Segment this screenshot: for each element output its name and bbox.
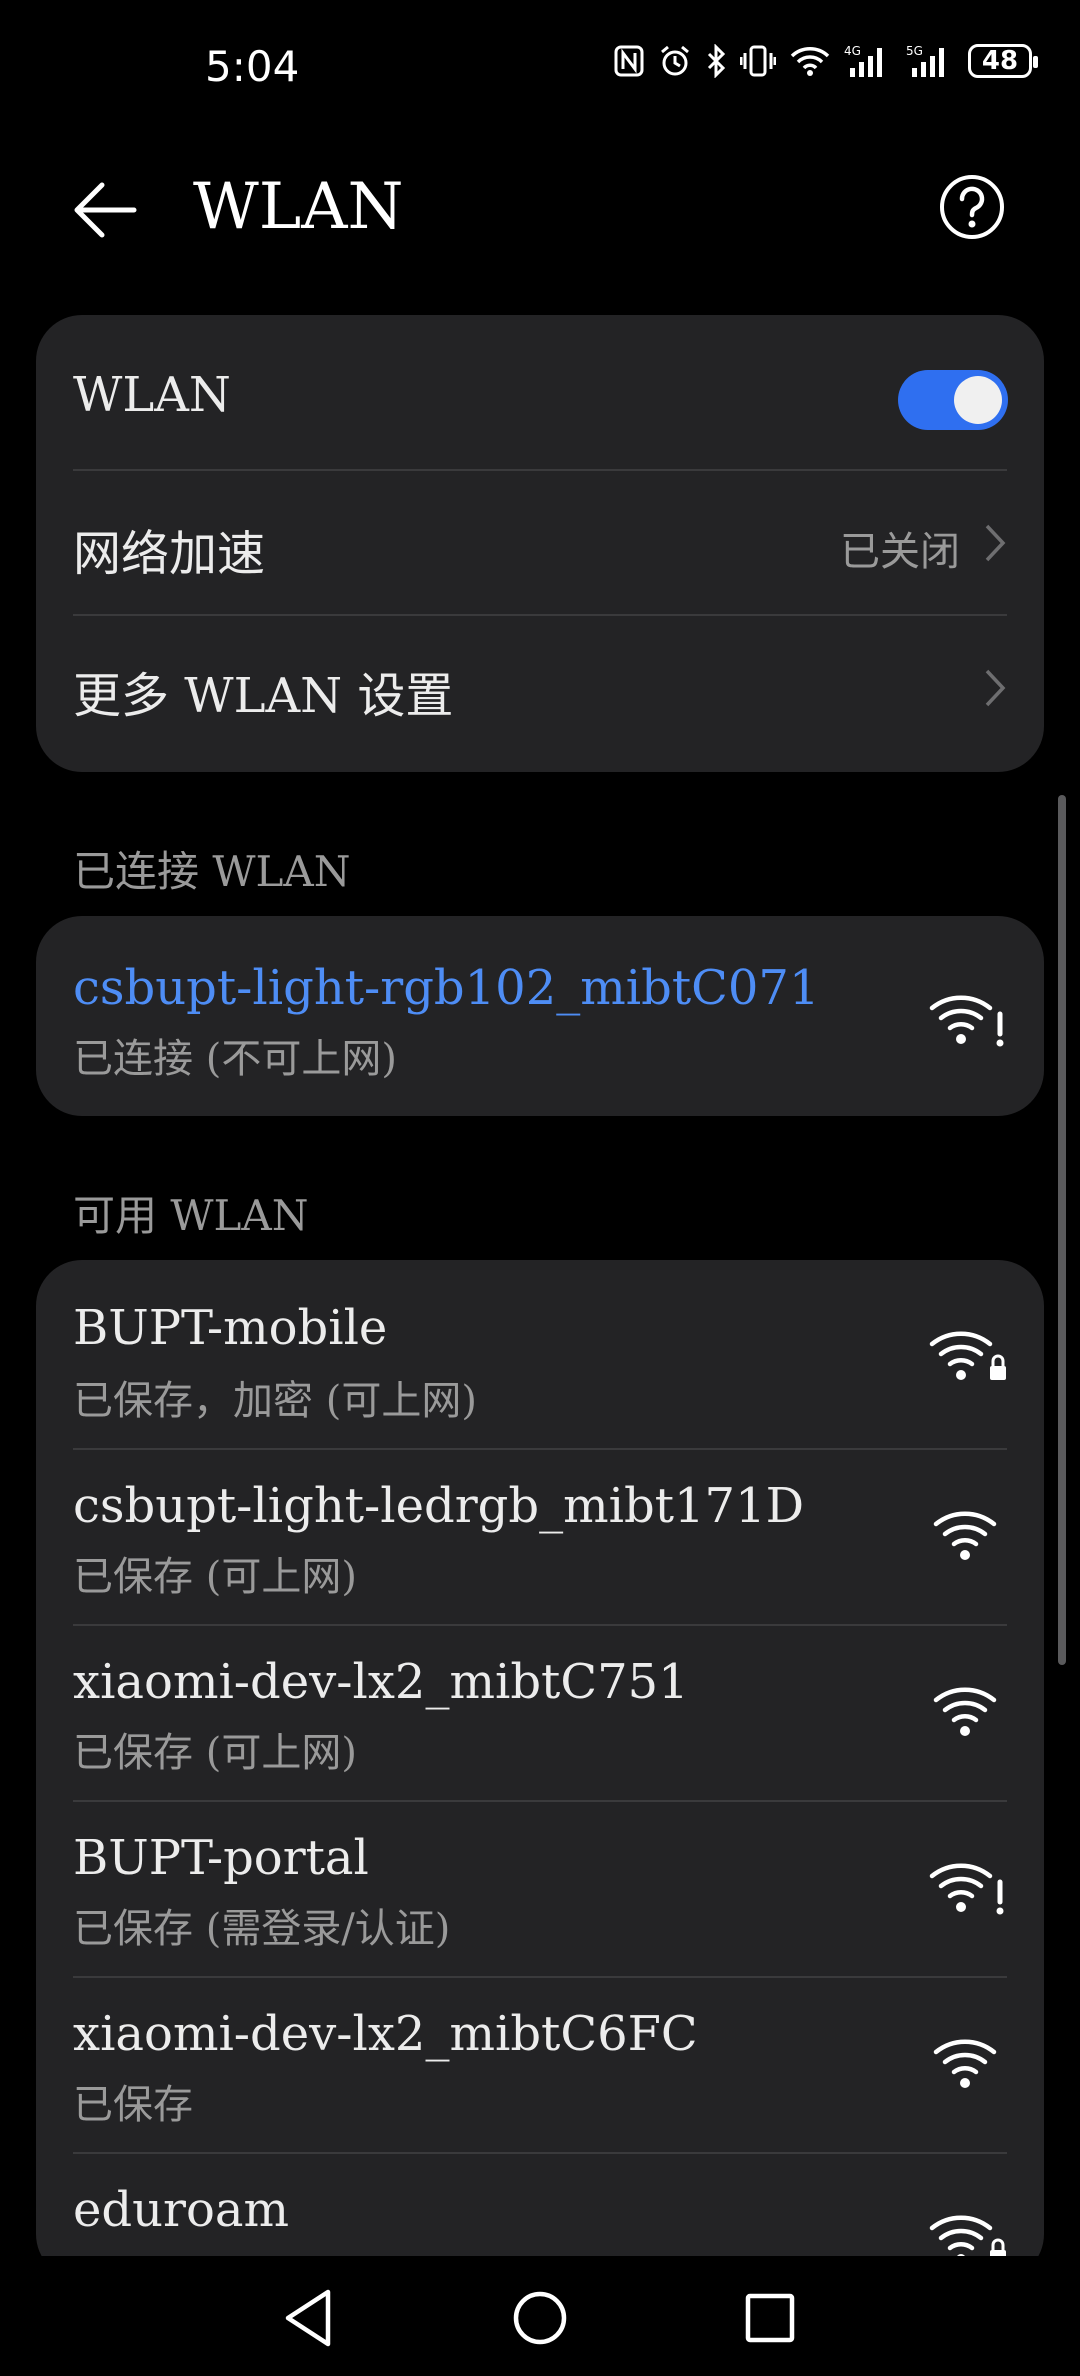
- signal-5g-icon: 5G: [906, 44, 954, 78]
- connected-network-name: csbupt-light-rgb102_mibtC071: [73, 960, 820, 1016]
- network-status: 已保存: [73, 2082, 193, 2128]
- network-acceleration-label: 网络加速: [73, 526, 266, 582]
- available-section-label: 可用 WLAN: [73, 1191, 309, 1240]
- wifi-alert-icon: [929, 1863, 1004, 1915]
- help-button[interactable]: [937, 172, 1007, 242]
- status-icons: 4G 5G 48: [614, 44, 1038, 78]
- svg-text:5G: 5G: [906, 44, 923, 58]
- nav-back-icon[interactable]: [278, 2286, 342, 2350]
- scrollbar[interactable]: [1058, 795, 1066, 1665]
- nav-home-icon[interactable]: [508, 2286, 572, 2350]
- network-row-xiaomi-c751[interactable]: xiaomi-dev-lx2_mibtC751 已保存 (可上网): [36, 1626, 1044, 1802]
- status-bar: 5:04 4G 5G 48: [0, 0, 1080, 140]
- connected-network-row[interactable]: csbupt-light-rgb102_mibtC071 已连接 (不可上网): [36, 916, 1044, 1116]
- signal-4g-icon: 4G: [844, 44, 892, 78]
- network-name: BUPT-portal: [73, 1830, 369, 1886]
- network-row-bupt-mobile[interactable]: BUPT-mobile 已保存，加密 (可上网): [36, 1260, 1044, 1450]
- network-status: 已保存，加密 (可上网): [73, 1378, 477, 1424]
- chevron-right-icon: [985, 524, 1006, 562]
- more-wlan-settings-row[interactable]: 更多 WLAN 设置: [36, 616, 1044, 772]
- app-bar: WLAN: [0, 150, 1080, 270]
- connected-section-label: 已连接 WLAN: [73, 847, 351, 896]
- bluetooth-icon: [706, 44, 726, 78]
- network-name: xiaomi-dev-lx2_mibtC6FC: [73, 2006, 698, 2062]
- connected-network-card[interactable]: csbupt-light-rgb102_mibtC071 已连接 (不可上网): [36, 916, 1044, 1116]
- network-acceleration-row[interactable]: 网络加速 已关闭: [36, 471, 1044, 616]
- wifi-lock-icon: [929, 1331, 1006, 1380]
- network-name: csbupt-light-ledrgb_mibt171D: [73, 1478, 805, 1534]
- toggle-knob: [954, 376, 1002, 424]
- nfc-icon: [614, 45, 644, 77]
- wifi-icon: [933, 2039, 997, 2088]
- network-status: 已保存 (可上网): [73, 1730, 357, 1776]
- alarm-icon: [658, 44, 692, 78]
- wlan-toggle-switch[interactable]: [898, 370, 1008, 430]
- wifi-alert-icon: [929, 995, 1004, 1047]
- vibrate-icon: [740, 45, 776, 77]
- network-row-bupt-portal[interactable]: BUPT-portal 已保存 (需登录/认证): [36, 1802, 1044, 1978]
- back-button[interactable]: [70, 175, 150, 245]
- more-wlan-settings-label: 更多 WLAN 设置: [73, 668, 454, 724]
- available-networks-card: BUPT-mobile 已保存，加密 (可上网) csbupt-light-le…: [36, 1260, 1044, 2280]
- system-nav-bar: [0, 2256, 1080, 2376]
- network-name: xiaomi-dev-lx2_mibtC751: [73, 1654, 689, 1710]
- wifi-icon: [933, 1511, 997, 1560]
- network-name: BUPT-mobile: [73, 1300, 388, 1356]
- battery-icon: 48: [968, 44, 1038, 78]
- page-title: WLAN: [193, 170, 404, 244]
- network-status: 已保存 (需登录/认证): [73, 1906, 451, 1952]
- wlan-toggle-row[interactable]: WLAN: [36, 315, 1044, 471]
- wifi-icon: [933, 1687, 997, 1736]
- chevron-right-icon: [985, 669, 1006, 707]
- wlan-toggle-label: WLAN: [73, 367, 231, 423]
- svg-text:4G: 4G: [844, 44, 861, 58]
- network-name: eduroam: [73, 2182, 290, 2238]
- network-row-xiaomi-c6fc[interactable]: xiaomi-dev-lx2_mibtC6FC 已保存: [36, 1978, 1044, 2154]
- wlan-settings-card: WLAN 网络加速 已关闭 更多 WLAN 设置: [36, 315, 1044, 772]
- network-acceleration-value: 已关闭: [840, 529, 960, 575]
- connected-network-status: 已连接 (不可上网): [73, 1036, 397, 1082]
- network-row-csbupt-ledrgb[interactable]: csbupt-light-ledrgb_mibt171D 已保存 (可上网): [36, 1450, 1044, 1626]
- status-time: 5:04: [205, 42, 300, 91]
- wifi-icon: [790, 45, 830, 77]
- network-status: 已保存 (可上网): [73, 1554, 357, 1600]
- nav-recents-icon[interactable]: [738, 2286, 802, 2350]
- help-icon: [940, 175, 1004, 239]
- back-arrow-icon: [74, 182, 137, 238]
